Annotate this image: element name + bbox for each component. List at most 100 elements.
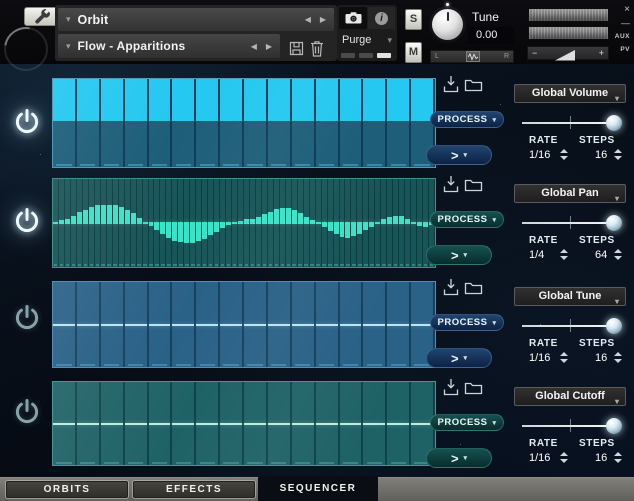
- seq-step[interactable]: [101, 382, 125, 465]
- seq-step[interactable]: [387, 382, 411, 465]
- chevron-down-icon[interactable]: ▾: [66, 14, 71, 25]
- slider-handle[interactable]: [606, 418, 622, 434]
- seq-step[interactable]: [268, 382, 292, 465]
- import-icon[interactable]: [443, 75, 459, 96]
- seq-step[interactable]: [149, 282, 173, 367]
- process-dropdown[interactable]: PROCESS▾: [430, 314, 504, 331]
- mod-target-dropdown[interactable]: Global Pan▾: [514, 184, 626, 203]
- tab-orbits[interactable]: ORBITS: [6, 481, 128, 498]
- seq-step[interactable]: [77, 282, 101, 367]
- import-icon[interactable]: [443, 175, 459, 196]
- rate-stepper[interactable]: [560, 149, 568, 160]
- steps-value[interactable]: 16: [595, 352, 607, 364]
- seq-step[interactable]: [220, 382, 244, 465]
- rate-stepper[interactable]: [560, 452, 568, 463]
- slider-handle[interactable]: [606, 115, 622, 131]
- close-icon[interactable]: ×: [624, 4, 630, 15]
- pan-slider-handle[interactable]: [466, 51, 480, 62]
- process-dropdown[interactable]: PROCESS▾: [430, 111, 504, 128]
- row-power-button[interactable]: [11, 396, 43, 428]
- seq-step[interactable]: [125, 282, 149, 367]
- folder-icon[interactable]: [464, 177, 483, 195]
- process-dropdown[interactable]: PROCESS▾: [430, 211, 504, 228]
- camera-icon[interactable]: [339, 7, 367, 29]
- mod-target-dropdown[interactable]: Global Volume▾: [514, 84, 626, 103]
- pv-button[interactable]: PV: [620, 46, 630, 53]
- seq-step[interactable]: [172, 382, 196, 465]
- seq-step[interactable]: [268, 79, 292, 167]
- pan-slider[interactable]: L R: [430, 50, 514, 63]
- tune-value[interactable]: 0.00: [468, 27, 514, 44]
- seq-step[interactable]: [387, 79, 411, 167]
- save-icon[interactable]: [289, 41, 304, 59]
- volume-slider[interactable]: − +: [527, 46, 609, 60]
- step-grid[interactable]: [52, 381, 436, 466]
- seq-step[interactable]: [53, 382, 77, 465]
- tune-knob[interactable]: [429, 6, 466, 43]
- next-instrument-button[interactable]: ▶: [320, 15, 326, 24]
- steps-stepper[interactable]: [614, 249, 622, 260]
- info-icon[interactable]: i: [368, 7, 395, 29]
- seq-step[interactable]: [363, 282, 387, 367]
- row-power-button[interactable]: [11, 302, 43, 334]
- seq-step[interactable]: [77, 79, 101, 167]
- seq-step[interactable]: [244, 382, 268, 465]
- seq-step[interactable]: [220, 79, 244, 167]
- import-icon[interactable]: [443, 278, 459, 299]
- trash-icon[interactable]: [310, 40, 324, 60]
- amount-slider[interactable]: [522, 418, 622, 434]
- steps-value[interactable]: 16: [595, 149, 607, 161]
- chevron-down-icon[interactable]: ▾: [66, 41, 71, 52]
- playback-mode-dropdown[interactable]: >▾: [426, 448, 492, 468]
- amount-slider[interactable]: [522, 215, 622, 231]
- seq-step[interactable]: [340, 282, 364, 367]
- seq-step[interactable]: [220, 282, 244, 367]
- instrument-title-bar[interactable]: ▾ Orbit ◀ ▶: [58, 8, 334, 31]
- rate-value[interactable]: 1/16: [529, 352, 550, 364]
- seq-step[interactable]: [363, 79, 387, 167]
- seq-step[interactable]: [53, 79, 77, 167]
- playback-mode-dropdown[interactable]: >▾: [426, 145, 492, 165]
- slider-handle[interactable]: [606, 318, 622, 334]
- seq-step[interactable]: [387, 282, 411, 367]
- solo-button[interactable]: S: [405, 9, 422, 30]
- rate-value[interactable]: 1/4: [529, 249, 544, 261]
- purge-dropdown[interactable]: Purge ▾: [342, 34, 392, 46]
- aux-button[interactable]: AUX: [615, 33, 630, 40]
- seq-step[interactable]: [101, 282, 125, 367]
- amount-slider[interactable]: [522, 115, 622, 131]
- step-grid[interactable]: [52, 178, 436, 268]
- step-grid[interactable]: [52, 78, 436, 168]
- prev-preset-button[interactable]: ◀: [251, 42, 257, 51]
- seq-step[interactable]: [340, 382, 364, 465]
- seq-step[interactable]: [316, 382, 340, 465]
- rate-stepper[interactable]: [560, 352, 568, 363]
- seq-step[interactable]: [125, 382, 149, 465]
- seq-step[interactable]: [292, 79, 316, 167]
- slider-handle[interactable]: [606, 215, 622, 231]
- step-grid[interactable]: [52, 281, 436, 368]
- seq-step[interactable]: [316, 282, 340, 367]
- prev-instrument-button[interactable]: ◀: [305, 15, 311, 24]
- seq-step[interactable]: [125, 79, 149, 167]
- seq-step[interactable]: [268, 282, 292, 367]
- seq-step[interactable]: [244, 79, 268, 167]
- seq-step[interactable]: [196, 79, 220, 167]
- steps-stepper[interactable]: [614, 352, 622, 363]
- import-icon[interactable]: [443, 378, 459, 399]
- folder-icon[interactable]: [464, 280, 483, 298]
- mod-target-dropdown[interactable]: Global Tune▾: [514, 287, 626, 306]
- amount-slider[interactable]: [522, 318, 622, 334]
- wrench-icon[interactable]: [24, 7, 58, 26]
- tab-effects[interactable]: EFFECTS: [133, 481, 255, 498]
- seq-step[interactable]: [196, 282, 220, 367]
- seq-step[interactable]: [363, 382, 387, 465]
- seq-step[interactable]: [292, 382, 316, 465]
- seq-step[interactable]: [172, 79, 196, 167]
- playback-mode-dropdown[interactable]: >▾: [426, 245, 492, 265]
- seq-step[interactable]: [101, 79, 125, 167]
- playback-mode-dropdown[interactable]: >▾: [426, 348, 492, 368]
- mod-target-dropdown[interactable]: Global Cutoff▾: [514, 387, 626, 406]
- steps-stepper[interactable]: [614, 452, 622, 463]
- minimize-icon[interactable]: —: [621, 18, 630, 28]
